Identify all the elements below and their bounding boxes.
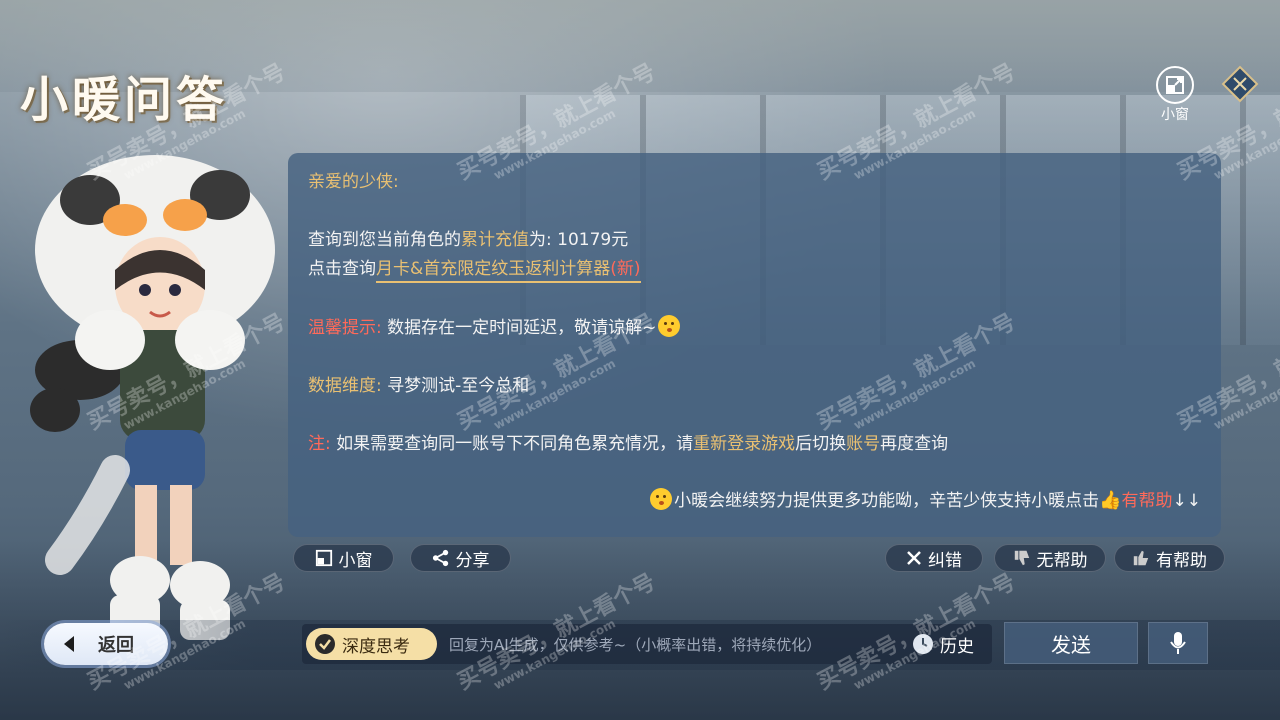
dimension-line: 数据维度: 寻梦测试-至今总和 — [308, 371, 529, 396]
account-highlight: 账号 — [846, 434, 881, 454]
query-result: 查询到您当前角色的累计充值为: 10179元 — [308, 225, 628, 250]
link-prefix: 点击查询 — [308, 259, 376, 279]
note-text-2: 后切换 — [795, 434, 847, 454]
history-button[interactable]: 历史 — [912, 630, 974, 658]
footer-line: 小暖会继续努力提供更多功能呦，辛苦少侠支持小暖点击👍有帮助↓↓ — [648, 486, 1201, 511]
thumbs-down-icon — [1014, 550, 1029, 566]
back-button[interactable]: 返回 — [44, 623, 168, 665]
correct-button[interactable]: 纠错 — [885, 544, 983, 572]
character-illustration — [30, 155, 275, 640]
note-label: 注: — [308, 434, 331, 454]
relogin-highlight: 重新登录游戏 — [693, 434, 796, 454]
thumbs-up-emoji-icon: 👍 — [1099, 490, 1122, 511]
greeting: 亲爱的少侠: — [308, 172, 399, 192]
page-title: 小暖问答 — [20, 72, 229, 128]
not-helpful-label: 无帮助 — [1036, 550, 1088, 571]
smile-emoji-icon — [658, 315, 681, 337]
send-label: 发送 — [1051, 632, 1091, 657]
deep-think-label: 深度思考 — [342, 636, 410, 657]
share-button[interactable]: 分享 — [410, 544, 511, 572]
close-x-icon[interactable] — [1220, 64, 1260, 104]
correct-label: 纠错 — [928, 550, 962, 571]
smile-emoji-icon — [650, 488, 673, 510]
calculator-link-text: 月卡&首充限定纹玉返利计算器 — [376, 259, 611, 279]
mini-window-top-button[interactable]: 小窗 — [1152, 66, 1198, 124]
footer-arrows: ↓↓ — [1172, 491, 1202, 511]
send-button[interactable]: 发送 — [1004, 622, 1138, 664]
query-prefix: 查询到您当前角色的 — [308, 230, 461, 250]
answer-card: 亲爱的少侠: 查询到您当前角色的累计充值为: 10179元 点击查询月卡&首充限… — [288, 153, 1221, 537]
deep-think-toggle[interactable]: 深度思考 — [306, 628, 437, 660]
microphone-button[interactable] — [1148, 622, 1208, 664]
share-label: 分享 — [455, 550, 490, 571]
tip-text: 数据存在一定时间延迟，敬请谅解~ — [387, 318, 657, 338]
mini-window-icon — [315, 549, 332, 567]
not-helpful-button[interactable]: 无帮助 — [994, 544, 1106, 572]
mini-window-button[interactable]: 小窗 — [293, 544, 394, 572]
chat-input-placeholder[interactable]: 回复为AI生成，仅供参考~（小概率出错，将持续优化） — [449, 634, 821, 655]
helpful-label: 有帮助 — [1156, 550, 1207, 571]
calculator-link[interactable]: 月卡&首充限定纹玉返利计算器(新) — [376, 259, 641, 283]
note-text-1: 如果需要查询同一账号下不同角色累充情况，请 — [336, 434, 694, 454]
history-label: 历史 — [940, 636, 974, 657]
footer-text: 小暖会继续努力提供更多功能呦，辛苦少侠支持小暖点击 — [674, 491, 1100, 511]
calculator-link-new: (新) — [610, 259, 641, 279]
helpful-button[interactable]: 有帮助 — [1114, 544, 1225, 572]
share-icon — [432, 549, 448, 567]
query-highlight: 累计充值 — [461, 230, 529, 250]
footer-helpful: 有帮助 — [1121, 491, 1173, 511]
note-line: 注: 如果需要查询同一账号下不同角色累充情况，请重新登录游戏后切换账号再度查询 — [308, 429, 948, 454]
thumbs-up-icon — [1133, 550, 1149, 566]
dimension-label: 数据维度: — [308, 376, 382, 396]
dimension-text: 寻梦测试-至今总和 — [387, 376, 530, 396]
close-x-icon — [907, 551, 921, 565]
back-label: 返回 — [98, 635, 134, 656]
calculator-line: 点击查询月卡&首充限定纹玉返利计算器(新) — [308, 254, 641, 283]
tip-label: 温馨提示: — [308, 318, 382, 338]
note-text-3: 再度查询 — [880, 434, 949, 454]
history-icon — [913, 634, 933, 654]
check-icon — [315, 634, 335, 654]
mini-window-top-label: 小窗 — [1161, 107, 1189, 123]
microphone-icon — [1170, 632, 1186, 654]
query-suffix: 为: 10179元 — [529, 230, 629, 250]
mini-window-icon — [1166, 76, 1184, 94]
back-arrow-icon — [64, 636, 74, 652]
tip-line: 温馨提示: 数据存在一定时间延迟，敬请谅解~ — [308, 313, 682, 338]
mini-window-label: 小窗 — [338, 550, 373, 571]
